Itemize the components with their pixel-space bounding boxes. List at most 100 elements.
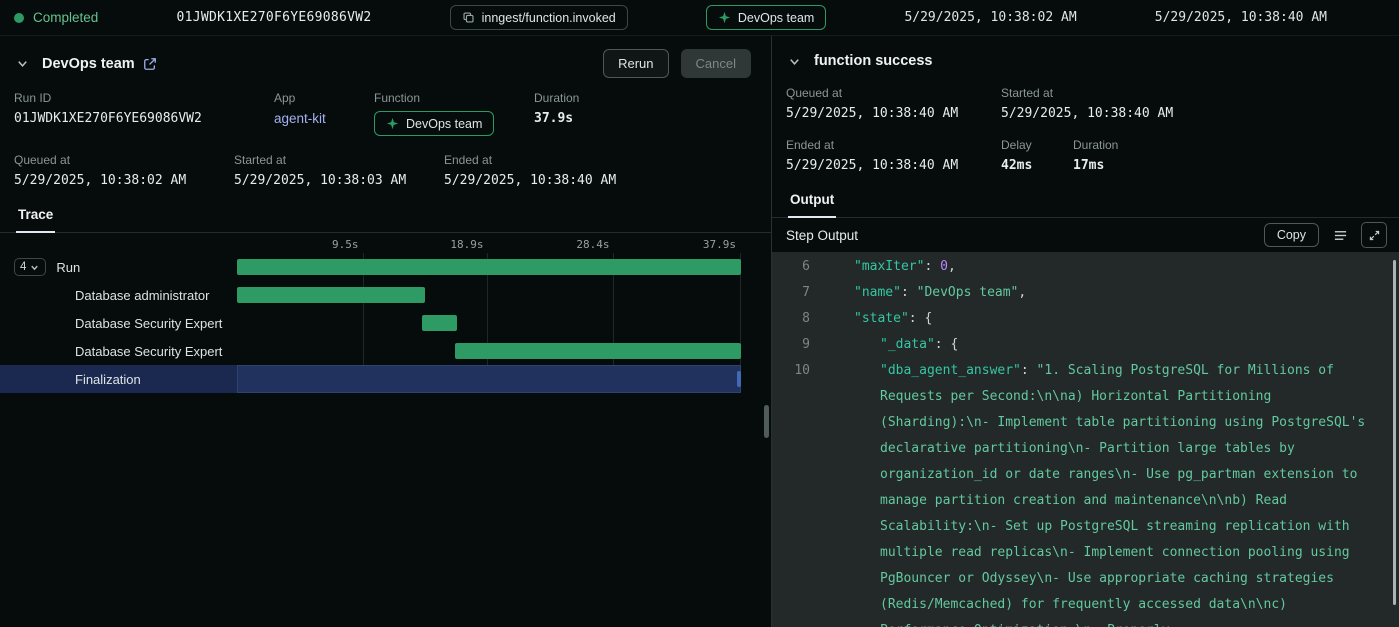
code-line-text: "name": "DevOps team", (828, 280, 1399, 306)
function-badge-label: DevOps team (738, 11, 814, 25)
trace-span-bar[interactable] (737, 371, 741, 387)
external-link-icon[interactable] (143, 57, 157, 71)
field-value: 17ms (1073, 158, 1118, 173)
trace-row-track (237, 337, 741, 365)
field-value: 5/29/2025, 10:38:03 AM (234, 173, 432, 188)
chevron-down-icon (15, 56, 30, 71)
depth-selector[interactable]: 4 (14, 258, 46, 276)
depth-value: 4 (20, 261, 26, 273)
tab-output[interactable]: Output (788, 188, 836, 218)
field-duration: Duration 17ms (1073, 138, 1130, 173)
code-line: 9 "_data": { (772, 332, 1399, 358)
step-output-code[interactable]: 6"maxIter": 0,7 "name": "DevOps team", 8 "s… (772, 252, 1399, 627)
line-number: 10 (772, 358, 810, 384)
run-fields-row-1: Run ID 01JWDK1XE270F6YE69086VW2 App agen… (0, 91, 771, 136)
trace-waterfall: 9.5s18.9s28.4s37.9s 4RunDatabase adminis… (0, 233, 771, 393)
field-ended-at: Ended at 5/29/2025, 10:38:40 AM (444, 153, 628, 188)
event-badge[interactable]: inngest/function.invoked (450, 5, 628, 30)
left-panel-scrollbar[interactable] (764, 405, 769, 438)
output-toolbar: Step Output Copy (772, 218, 1399, 252)
code-line-text: "_data": { (828, 332, 1399, 358)
cancel-button[interactable]: Cancel (681, 49, 751, 78)
field-label: Delay (1001, 138, 1061, 152)
field-label: Started at (1001, 86, 1173, 100)
trace-row[interactable]: Finalization (0, 365, 741, 393)
field-label: Function (374, 91, 522, 105)
line-number: 6 (772, 254, 810, 280)
field-value: 5/29/2025, 10:38:40 AM (786, 106, 989, 121)
tab-trace[interactable]: Trace (16, 203, 55, 233)
field-started-at: Started at 5/29/2025, 10:38:03 AM (234, 153, 444, 188)
event-type-icon (462, 11, 475, 24)
run-title: DevOps team (42, 56, 135, 72)
step-title: function success (814, 53, 932, 69)
output-title: Step Output (786, 228, 858, 243)
field-label: Started at (234, 153, 432, 167)
trace-row[interactable]: Database Security Expert (0, 309, 741, 337)
code-line-text: "state": { (828, 306, 1399, 332)
wrap-lines-icon (1333, 228, 1348, 243)
main-split: DevOps team Rerun Cancel Run ID 01JWDK1X… (0, 36, 1399, 627)
field-duration: Duration 37.9s (534, 91, 591, 136)
trace-span-bar[interactable] (237, 259, 741, 275)
function-badge[interactable]: DevOps team (374, 111, 494, 136)
expand-output-button[interactable] (1361, 222, 1387, 248)
trace-row-name: Database Security Expert (75, 316, 222, 331)
run-status: Completed (14, 10, 98, 25)
trace-row-label-cell: 4 Run (0, 253, 237, 281)
trace-row-label-cell: Database administrator (0, 281, 237, 309)
function-badge[interactable]: DevOps team (706, 5, 826, 30)
trace-row-name: Database administrator (75, 288, 209, 303)
trace-row-label-cell: Database Security Expert (0, 337, 237, 365)
tick-label: 9.5s (332, 238, 359, 251)
output-scrollbar[interactable] (1393, 260, 1396, 605)
tick-label: 37.9s (703, 238, 736, 251)
trace-ticks: 9.5s18.9s28.4s37.9s (237, 233, 741, 253)
field-label: Ended at (786, 138, 989, 152)
code-line: 10"dba_agent_answer": "1. Scaling Postgr… (772, 358, 1399, 627)
trace-row-label-cell: Finalization (0, 365, 237, 393)
rerun-button[interactable]: Rerun (603, 49, 668, 78)
trace-span-bar[interactable] (422, 315, 457, 331)
code-line: 7 "name": "DevOps team", (772, 280, 1399, 306)
code-line: 6"maxIter": 0, (772, 254, 1399, 280)
trace-row-name: Run (56, 260, 80, 275)
code-lines: 6"maxIter": 0,7 "name": "DevOps team", 8 "s… (772, 254, 1399, 627)
field-label: Queued at (786, 86, 989, 100)
trace-rows: 4 Run Database administrator Database Secur… (0, 253, 771, 393)
field-ended-at: Ended at 5/29/2025, 10:38:40 AM (786, 138, 1001, 173)
field-label: App (274, 91, 362, 105)
line-number: 8 (772, 306, 810, 332)
expand-icon (1368, 229, 1381, 242)
collapse-run-button[interactable] (10, 52, 34, 76)
field-queued-at: Queued at 5/29/2025, 10:38:40 AM (786, 86, 1001, 121)
trace-span-bar[interactable] (237, 287, 425, 303)
run-ended-time: 5/29/2025, 10:38:40 AM (1155, 10, 1327, 25)
run-tabs: Trace (0, 203, 771, 233)
field-label: Ended at (444, 153, 616, 167)
output-actions: Copy (1264, 222, 1387, 248)
trace-span-bar[interactable] (455, 343, 741, 359)
trace-row[interactable]: 4 Run (0, 253, 741, 281)
collapse-step-button[interactable] (782, 49, 806, 73)
status-dot-icon (14, 13, 24, 23)
field-queued-at: Queued at 5/29/2025, 10:38:02 AM (14, 153, 234, 188)
field-value: 37.9s (534, 111, 579, 126)
field-started-at: Started at 5/29/2025, 10:38:40 AM (1001, 86, 1185, 121)
event-badge-label: inngest/function.invoked (482, 11, 616, 25)
trace-row-name: Finalization (75, 372, 141, 387)
trace-row-track (237, 281, 741, 309)
step-fields-row-2: Ended at 5/29/2025, 10:38:40 AM Delay 42… (772, 138, 1399, 173)
wrap-toggle-button[interactable] (1327, 222, 1353, 248)
field-value: 5/29/2025, 10:38:40 AM (444, 173, 616, 188)
trace-row[interactable]: Database Security Expert (0, 337, 741, 365)
tick-label: 28.4s (576, 238, 609, 251)
trace-row-label-cell: Database Security Expert (0, 309, 237, 337)
app-link[interactable]: agent-kit (274, 111, 326, 126)
field-label: Queued at (14, 153, 222, 167)
line-number: 9 (772, 332, 810, 358)
trace-row[interactable]: Database administrator (0, 281, 741, 309)
line-number: 7 (772, 280, 810, 306)
trace-body: 4 Run Database administrator Database Secur… (0, 253, 771, 393)
copy-button[interactable]: Copy (1264, 223, 1319, 247)
